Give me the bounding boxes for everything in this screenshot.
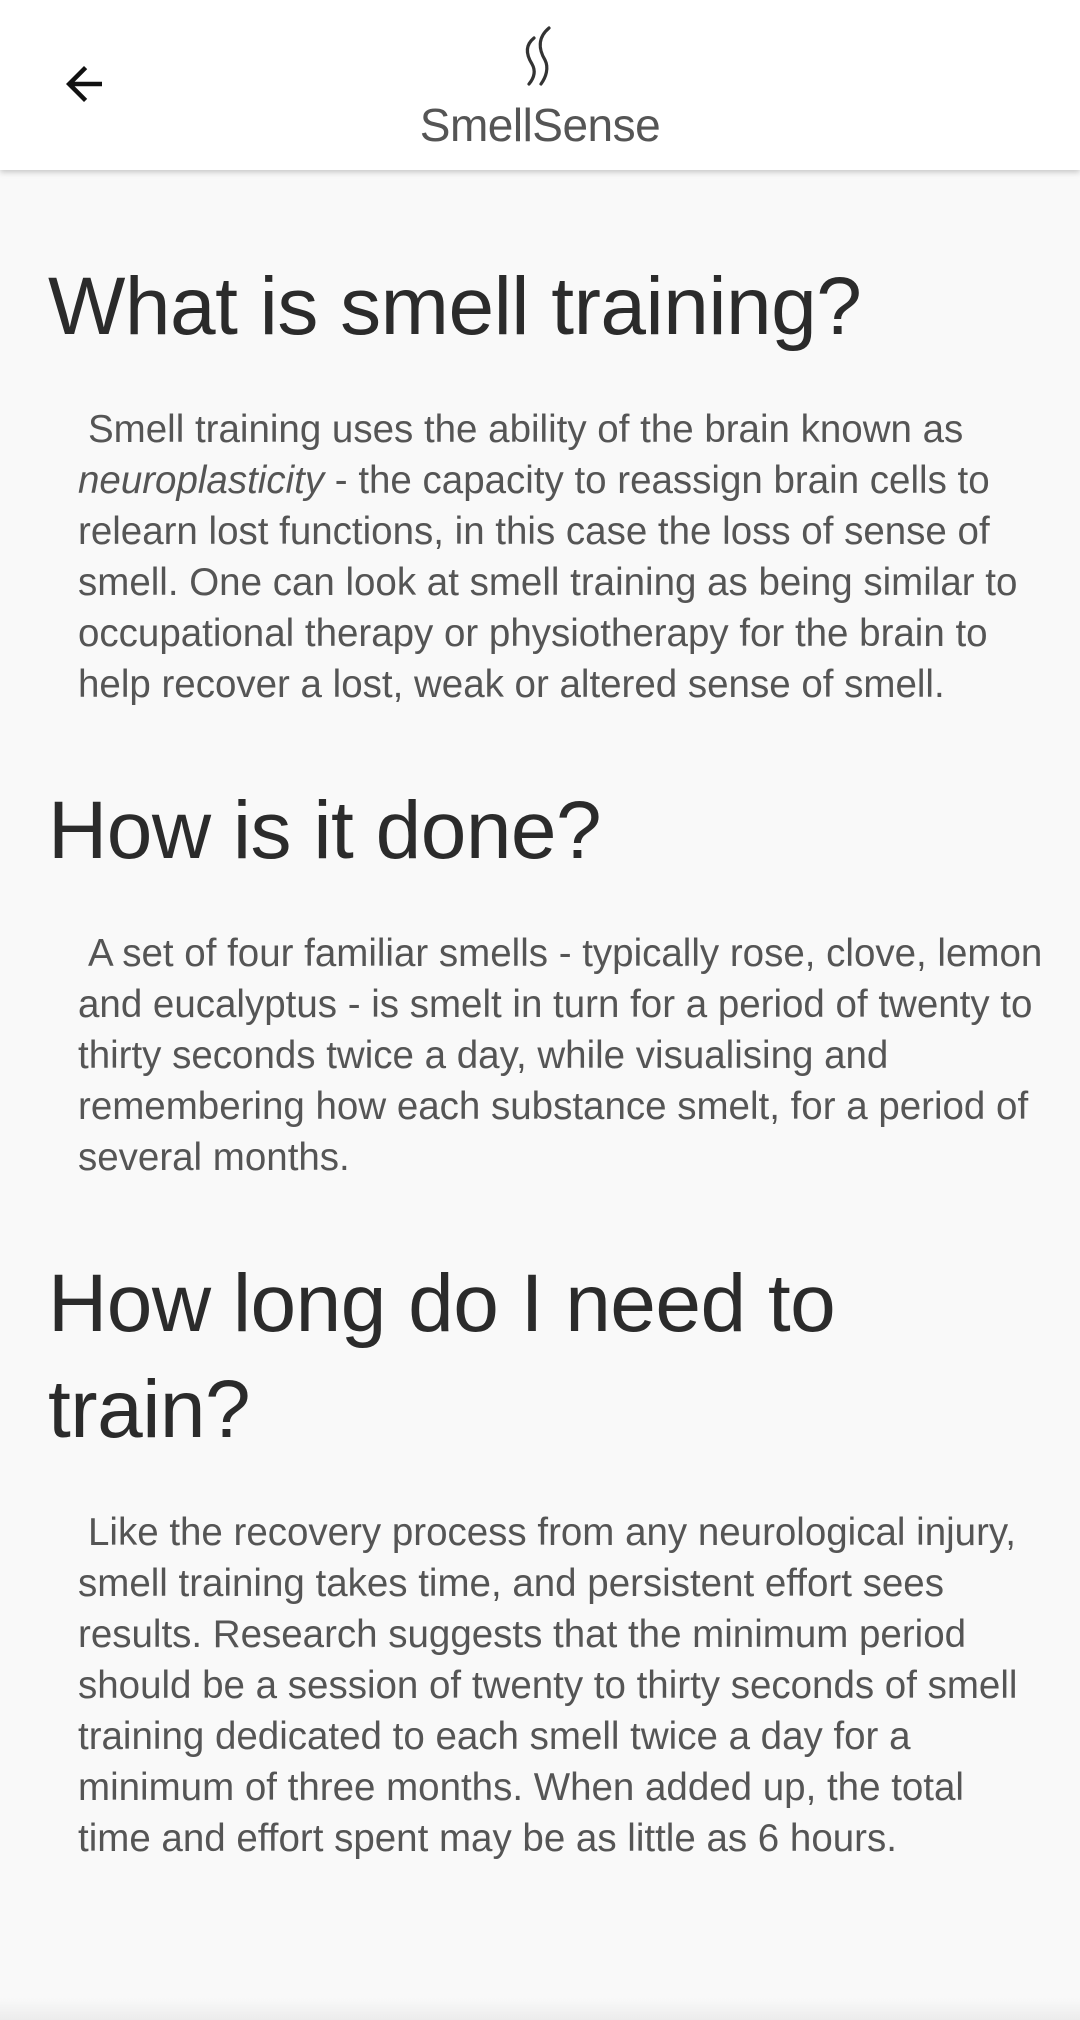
- section-what-is-smell-training: What is smell training? Smell training u…: [0, 254, 1080, 710]
- app-title: SmellSense: [419, 99, 661, 151]
- section-how-is-it-done: How is it done? A set of four familiar s…: [0, 778, 1080, 1183]
- scent-wisp-icon: [525, 26, 551, 86]
- section-body: Smell training uses the ability of the b…: [0, 404, 1080, 710]
- section-heading: What is smell training?: [48, 261, 862, 352]
- section-how-long-to-train: How long do I need to train? Like the re…: [0, 1251, 1080, 1864]
- scroll-fade: [0, 1998, 1080, 2020]
- section-heading: How is it done?: [48, 785, 602, 876]
- section-heading: How long do I need to train?: [48, 1258, 836, 1455]
- article-content[interactable]: What is smell training? Smell training u…: [0, 170, 1080, 2020]
- body-text: Smell training uses the ability of the b…: [88, 408, 964, 451]
- section-body: A set of four familiar smells - typicall…: [78, 932, 1043, 1179]
- app-bar: SmellSense: [0, 0, 1080, 170]
- emphasized-term: neuroplasticity: [78, 459, 325, 502]
- section-body: Like the recovery process from any neuro…: [78, 1511, 1018, 1860]
